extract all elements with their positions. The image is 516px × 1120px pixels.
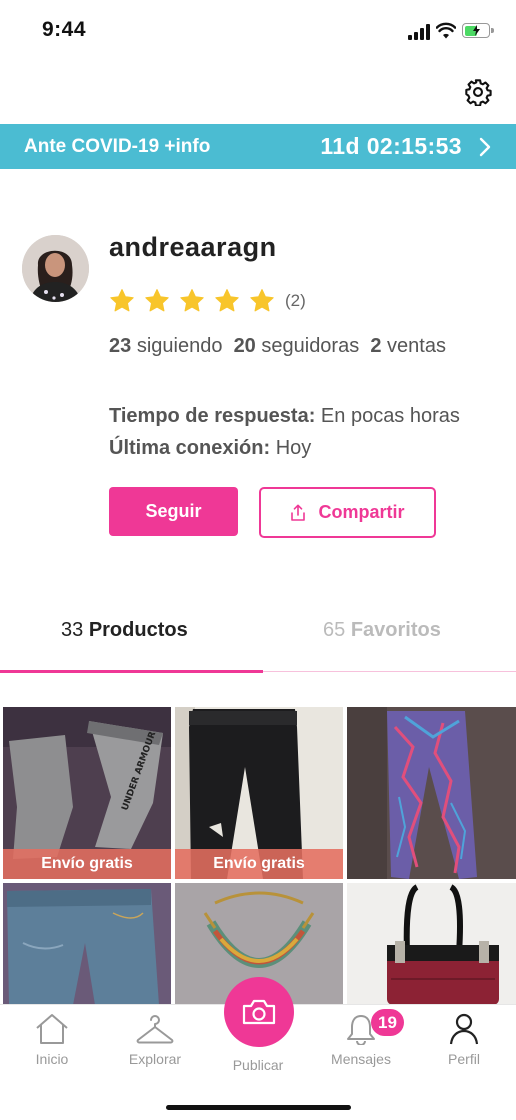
product-image <box>347 883 516 1005</box>
username: andreaaragn <box>109 232 277 262</box>
banner-countdown: 11d 02:15:53 <box>320 133 462 159</box>
last-seen-label: Última conexión: <box>109 437 271 459</box>
hanger-icon <box>136 1015 174 1044</box>
chevron-right-icon <box>479 137 491 157</box>
tab-favorites[interactable]: 65 Favoritos <box>323 619 441 642</box>
share-button-label: Compartir <box>318 502 405 522</box>
following-count: 23 <box>109 335 132 357</box>
nav-label-publicar: Publicar <box>232 1057 284 1073</box>
response-time-value: En pocas horas <box>320 405 460 427</box>
rating-count: (2) <box>285 291 306 310</box>
nav-item-explorar[interactable]: Explorar <box>110 1013 200 1067</box>
product-tile-patterned-leggings[interactable] <box>347 707 516 879</box>
follow-button[interactable]: Seguir <box>109 487 238 536</box>
nav-label-perfil: Perfil <box>448 1051 480 1067</box>
settings-gear-icon[interactable] <box>464 78 492 106</box>
status-time: 9:44 <box>42 18 87 41</box>
tab-divider <box>263 671 516 672</box>
share-button[interactable]: Compartir <box>259 487 436 538</box>
last-seen-value: Hoy <box>275 437 312 459</box>
share-icon <box>291 504 306 521</box>
star-icon <box>250 289 274 312</box>
home-indicator <box>166 1105 351 1110</box>
star-icon <box>215 289 239 312</box>
wifi-icon <box>436 22 456 39</box>
follow-button-label: Seguir <box>145 501 202 521</box>
nav-item-publicar[interactable]: Publicar <box>213 1051 303 1073</box>
covid-banner[interactable]: Ante COVID-19 +info 11d 02:15:53 <box>0 124 516 169</box>
product-tile-jeans[interactable] <box>3 883 171 1005</box>
publish-camera-button[interactable] <box>224 977 294 1047</box>
rating-stars: (2) <box>109 287 306 315</box>
sales-label: ventas <box>387 335 446 357</box>
free-shipping-badge: Envío gratis <box>3 849 171 879</box>
avatar <box>22 235 89 302</box>
tab-indicator <box>0 670 263 673</box>
products-count: 33 <box>61 619 84 641</box>
product-image <box>347 707 516 879</box>
nav-label-inicio: Inicio <box>35 1051 69 1067</box>
products-label: Productos <box>88 619 188 641</box>
favorites-label: Favoritos <box>350 619 441 641</box>
followers-label: seguidoras <box>261 335 360 357</box>
nav-label-mensajes: Mensajes <box>331 1051 391 1067</box>
nav-item-perfil[interactable]: Perfil <box>419 1013 509 1067</box>
followers-count: 20 <box>233 335 256 357</box>
response-info: Tiempo de respuesta: En pocas horas Últi… <box>109 400 489 464</box>
product-tile-black-pants[interactable]: Envío gratis <box>175 707 343 879</box>
status-bar: 9:44 <box>0 0 516 62</box>
nav-label-explorar: Explorar <box>128 1051 182 1067</box>
user-icon <box>449 1013 479 1045</box>
nav-item-inicio[interactable]: Inicio <box>7 1013 97 1067</box>
response-time-label: Tiempo de respuesta: <box>109 405 316 427</box>
signal-icon <box>408 24 432 40</box>
star-icon <box>110 289 134 312</box>
sales-count: 2 <box>370 335 382 357</box>
tab-products[interactable]: 33 Productos <box>61 619 188 642</box>
free-shipping-badge: Envío gratis <box>175 849 343 879</box>
following-label: siguiendo <box>136 335 223 357</box>
battery-icon <box>462 23 494 38</box>
profile-stats: 23 siguiendo 20 seguidoras 2 ventas <box>109 330 469 362</box>
star-icon <box>180 289 204 312</box>
favorites-count: 65 <box>323 619 346 641</box>
product-tile-red-handbag[interactable] <box>347 883 516 1005</box>
camera-icon <box>242 999 276 1025</box>
product-image <box>3 883 171 1005</box>
product-tile-grey-joggers[interactable]: UNDER ARMOUR Envío gratis <box>3 707 171 879</box>
home-icon <box>36 1014 68 1044</box>
banner-info-text: Ante COVID-19 +info <box>24 136 211 157</box>
messages-badge: 19 <box>371 1009 404 1036</box>
star-icon <box>145 289 169 312</box>
